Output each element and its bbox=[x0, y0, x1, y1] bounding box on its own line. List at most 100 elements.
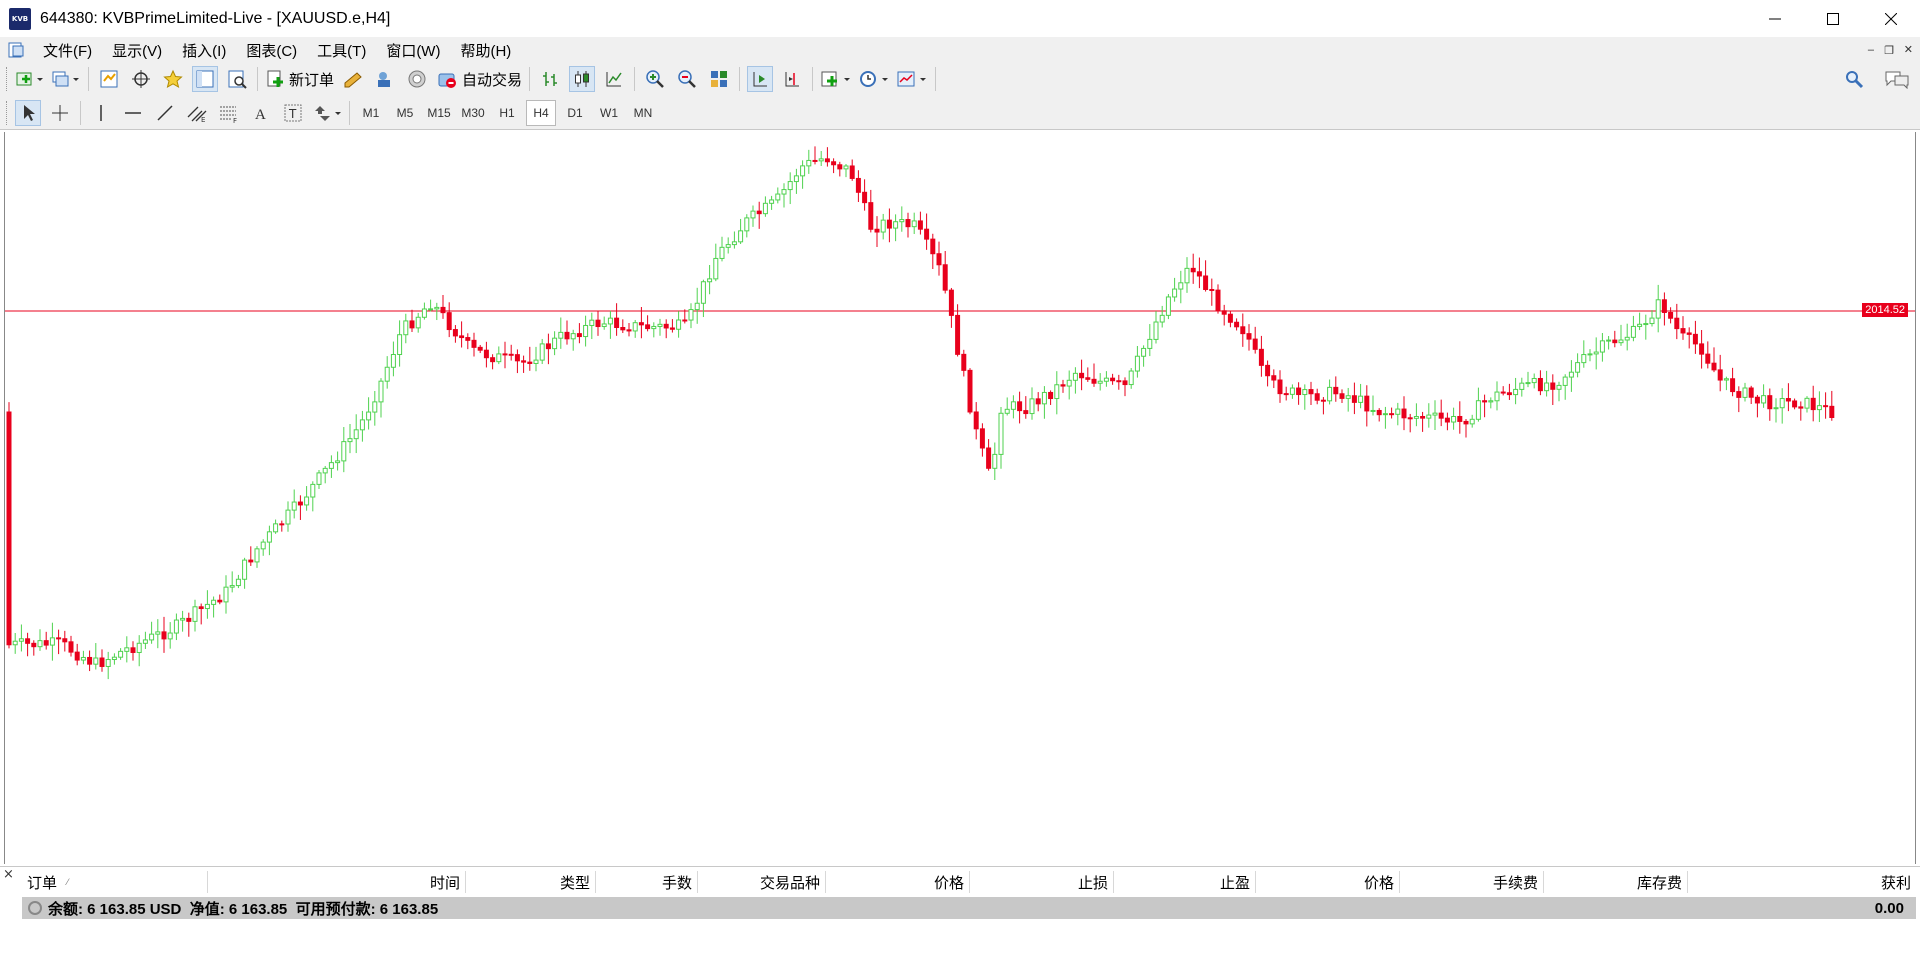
metaeditor-button[interactable] bbox=[340, 66, 366, 92]
candle-body bbox=[204, 603, 210, 610]
candle-body bbox=[521, 360, 527, 363]
column-commission[interactable]: 手续费 bbox=[1400, 871, 1544, 893]
column-current-price[interactable]: 价格 bbox=[1256, 871, 1400, 893]
column-symbol[interactable]: 交易品种 bbox=[698, 871, 826, 893]
timeframe-m15[interactable]: M15 bbox=[424, 100, 454, 126]
candle-body bbox=[527, 361, 533, 364]
terminal-close-icon[interactable]: × bbox=[3, 867, 14, 882]
tile-windows-button[interactable] bbox=[706, 66, 732, 92]
candle-body bbox=[1413, 415, 1419, 419]
candle-body bbox=[1246, 333, 1252, 340]
candle-body bbox=[1283, 393, 1289, 396]
chat-button[interactable] bbox=[1883, 66, 1911, 92]
indicators-button[interactable] bbox=[820, 66, 852, 92]
text-label-button[interactable]: T bbox=[280, 100, 306, 126]
zoom-in-button[interactable] bbox=[642, 66, 668, 92]
candle-body bbox=[657, 323, 663, 327]
candle-body bbox=[1023, 410, 1029, 415]
balance-row[interactable]: 余额: 6 163.85 USD 净值: 6 163.85 可用预付款: 6 1… bbox=[22, 897, 1916, 919]
column-volume[interactable]: 手数 bbox=[596, 871, 698, 893]
zoom-out-button[interactable] bbox=[674, 66, 700, 92]
candle-body bbox=[384, 366, 390, 382]
candle-body bbox=[446, 312, 452, 331]
timeframe-h1[interactable]: H1 bbox=[492, 100, 522, 126]
market-watch-icon bbox=[100, 70, 118, 88]
horizontal-line-button[interactable] bbox=[120, 100, 146, 126]
auto-scroll-button[interactable] bbox=[747, 66, 774, 92]
price-chart[interactable]: 2014.52 bbox=[4, 132, 1916, 864]
profiles-button[interactable] bbox=[51, 66, 81, 92]
candlestick-chart-button[interactable] bbox=[569, 66, 596, 92]
candle-body bbox=[576, 333, 582, 338]
candle-body bbox=[403, 320, 409, 336]
cursor-button[interactable] bbox=[15, 99, 41, 126]
column-order[interactable]: 订单 ⁄ bbox=[22, 871, 208, 893]
column-swap[interactable]: 库存费 bbox=[1544, 871, 1688, 893]
timeframe-m1[interactable]: M1 bbox=[356, 100, 386, 126]
new-chart-button[interactable] bbox=[15, 66, 45, 92]
column-profit[interactable]: 获利 bbox=[1688, 871, 1916, 893]
strategy-tester-button[interactable] bbox=[224, 66, 250, 92]
crosshair-button[interactable] bbox=[47, 100, 73, 126]
chart-shift-button[interactable] bbox=[779, 66, 805, 92]
candle-body bbox=[713, 257, 719, 280]
arrows-button[interactable] bbox=[312, 100, 342, 126]
column-type[interactable]: 类型 bbox=[466, 871, 596, 893]
menu-tools[interactable]: 工具(T) bbox=[307, 40, 376, 61]
menu-view[interactable]: 显示(V) bbox=[102, 40, 172, 61]
timeframe-m5[interactable]: M5 bbox=[390, 100, 420, 126]
column-take-profit[interactable]: 止盈 bbox=[1114, 871, 1256, 893]
column-price[interactable]: 价格 bbox=[826, 871, 970, 893]
terminal-button[interactable] bbox=[192, 66, 218, 92]
templates-button[interactable] bbox=[896, 66, 928, 92]
maximize-button[interactable] bbox=[1804, 0, 1862, 38]
periods-button[interactable] bbox=[858, 66, 890, 92]
candle-body bbox=[180, 617, 186, 621]
candle-body bbox=[74, 651, 80, 661]
candle-body bbox=[192, 606, 198, 622]
menu-charts[interactable]: 图表(C) bbox=[236, 40, 307, 61]
toolbar-grip[interactable] bbox=[6, 67, 9, 91]
timeframe-w1[interactable]: W1 bbox=[594, 100, 624, 126]
mdi-restore-icon[interactable]: ❐ bbox=[1884, 44, 1894, 57]
candle-body bbox=[719, 246, 725, 259]
timeframe-mn[interactable]: MN bbox=[628, 100, 658, 126]
chart-document-icon[interactable] bbox=[7, 41, 25, 59]
auto-trading-button[interactable]: 自动交易 bbox=[436, 66, 522, 92]
market-watch-button[interactable] bbox=[96, 66, 122, 92]
bar-chart-button[interactable] bbox=[537, 66, 563, 92]
candle-body bbox=[1630, 325, 1636, 338]
menu-window[interactable]: 窗口(W) bbox=[376, 40, 450, 61]
menu-help[interactable]: 帮助(H) bbox=[450, 40, 521, 61]
column-stop-loss[interactable]: 止损 bbox=[970, 871, 1114, 893]
equidistant-channel-button[interactable]: E bbox=[184, 100, 210, 126]
navigator-button[interactable] bbox=[160, 66, 186, 92]
market-button[interactable] bbox=[404, 66, 430, 92]
trendline-button[interactable] bbox=[152, 100, 178, 126]
timeframe-d1[interactable]: D1 bbox=[560, 100, 590, 126]
column-time[interactable]: 时间 bbox=[208, 871, 466, 893]
fibonacci-button[interactable]: F bbox=[216, 100, 242, 126]
candle-body bbox=[601, 323, 607, 328]
line-chart-button[interactable] bbox=[601, 66, 627, 92]
mdi-close-icon[interactable]: ✕ bbox=[1904, 43, 1913, 56]
candle-body bbox=[700, 281, 706, 304]
candle-body bbox=[1723, 378, 1729, 381]
minimize-button[interactable] bbox=[1746, 0, 1804, 38]
toolbar-grip[interactable] bbox=[6, 100, 9, 125]
text-button[interactable]: A bbox=[248, 100, 274, 126]
candle-body bbox=[1302, 389, 1308, 396]
new-order-button[interactable]: 新订单 bbox=[265, 66, 334, 92]
mdi-minimize-icon[interactable]: – bbox=[1868, 44, 1874, 56]
timeframe-m30[interactable]: M30 bbox=[458, 100, 488, 126]
candle-body bbox=[998, 412, 1004, 455]
candle-body bbox=[1829, 405, 1835, 419]
menu-insert[interactable]: 插入(I) bbox=[172, 40, 236, 61]
search-button[interactable] bbox=[1841, 66, 1867, 92]
close-button[interactable] bbox=[1862, 0, 1920, 38]
signals-button[interactable] bbox=[372, 66, 398, 92]
data-window-button[interactable] bbox=[128, 66, 154, 92]
vertical-line-button[interactable] bbox=[88, 100, 114, 126]
timeframe-h4[interactable]: H4 bbox=[526, 99, 556, 126]
menu-file[interactable]: 文件(F) bbox=[33, 40, 102, 61]
